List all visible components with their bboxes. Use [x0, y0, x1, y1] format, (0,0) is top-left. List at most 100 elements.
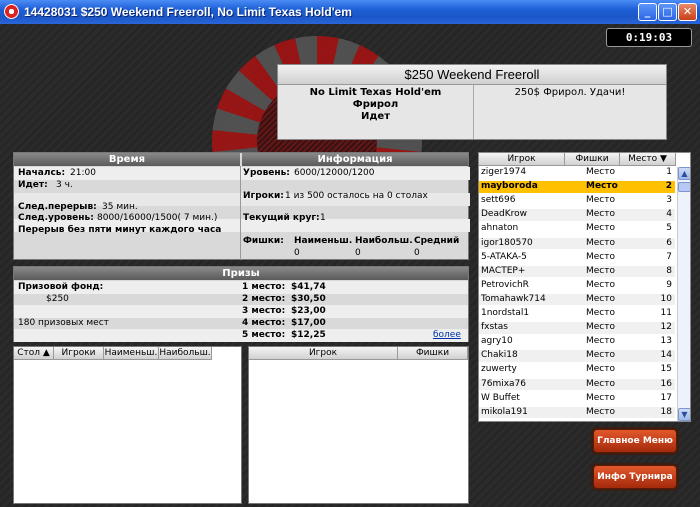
prize-amount: $17,00 [291, 318, 326, 328]
player-chips: Место [586, 265, 615, 276]
tournament-type: Фрирол [352, 99, 399, 110]
scroll-down-arrow-icon[interactable]: ▼ [678, 408, 690, 421]
prize-amount: $41,74 [291, 282, 326, 292]
chips-max-value: 0 [355, 248, 361, 258]
player-place: 12 [660, 322, 672, 333]
player-row[interactable]: ahnaton Место 5 [479, 223, 675, 235]
col-players[interactable]: Игроки [54, 347, 104, 360]
tournament-info-button[interactable]: Инфо Турнира [593, 465, 677, 489]
time-heading: Время [14, 153, 240, 166]
player-row[interactable]: agry10 Место 13 [479, 336, 675, 348]
scroll-thumb[interactable] [678, 182, 690, 192]
col-min-chips[interactable]: Наименьш. [104, 347, 159, 360]
next-level-value: 8000/16000/1500( 7 мин.) [97, 213, 218, 223]
player-row[interactable]: 5-ATAKA-5 Место 7 [479, 252, 675, 264]
players-scrollbar[interactable]: ▲ ▼ [677, 167, 690, 421]
prizes-heading: Призы [14, 267, 468, 280]
chips-min-value: 0 [294, 248, 300, 258]
col-player-place[interactable]: Место ▼ [620, 153, 676, 166]
prize-amount: $23,00 [291, 306, 326, 316]
player-row[interactable]: igor180570 Место 6 [479, 237, 675, 249]
player-row[interactable]: W Buffet Место 17 [479, 393, 675, 405]
player-row[interactable]: sett696 Место 3 [479, 195, 675, 207]
players-value: 1 из 500 осталось на 0 столах [285, 191, 428, 201]
more-prizes-link[interactable]: более [433, 330, 461, 340]
player-place: 9 [666, 279, 672, 290]
player-place: 8 [666, 265, 672, 276]
player-chips: Место [586, 209, 615, 220]
time-info-panel: Время Информация Началсь: 21:00 Идет: 3 … [13, 152, 470, 260]
player-name: Tomahawk714 [481, 293, 546, 304]
player-place: 17 [660, 392, 672, 403]
table-players-list[interactable]: Игрок Фишки [248, 346, 469, 504]
running-value: 3 ч. [56, 180, 73, 190]
col-chips[interactable]: Фишки [398, 347, 468, 360]
player-place: 7 [666, 251, 672, 262]
player-place: 15 [660, 364, 672, 375]
player-row[interactable]: zuwerty Место 15 [479, 364, 675, 376]
prize-fund-label: Призовой фонд: [18, 282, 104, 292]
col-player[interactable]: Игрок [249, 347, 398, 360]
poker-chip-icon [4, 4, 19, 19]
lobby-main: 0:19:03 $250 Weekend Freeroll No Limit T… [0, 24, 700, 507]
player-chips: Место [586, 392, 615, 403]
scroll-up-arrow-icon[interactable]: ▲ [678, 167, 690, 180]
player-chips: Место [586, 378, 615, 389]
player-row[interactable]: 1nordstal1 Место 11 [479, 308, 675, 320]
player-name: 76mixa76 [481, 378, 527, 389]
player-chips: Место [586, 237, 615, 248]
player-row[interactable]: fxstas Место 12 [479, 322, 675, 334]
clock: 0:19:03 [606, 28, 692, 47]
player-name: mayboroda [481, 181, 538, 192]
tournament-title: $250 Weekend Freeroll [278, 65, 666, 85]
player-place: 10 [660, 293, 672, 304]
chips-min-label: Наименьш. [294, 236, 353, 246]
player-row[interactable]: Chaki18 Место 14 [479, 350, 675, 362]
minimize-button[interactable]: _ [638, 3, 657, 21]
player-row[interactable]: mayboroda Место 2 [479, 181, 675, 193]
player-name: sett696 [481, 195, 516, 206]
player-row[interactable]: МАСТЕР+ Место 8 [479, 265, 675, 278]
player-name: mikola191 [481, 406, 528, 417]
col-max-chips[interactable]: Наибольш. [159, 347, 212, 360]
player-row[interactable]: Tomahawk714 Место 10 [479, 293, 675, 306]
player-row[interactable]: mikola191 Место 18 [479, 406, 675, 419]
player-row[interactable]: DeadKrow Место 4 [479, 209, 675, 221]
col-table[interactable]: Стол ▲ [14, 347, 54, 360]
player-name: DeadKrow [481, 209, 527, 220]
level-value: 6000/12000/1200 [294, 168, 375, 178]
tournament-header: $250 Weekend Freeroll No Limit Texas Hol… [277, 64, 667, 140]
player-name: PetrovichR [481, 279, 529, 290]
player-name: 1nordstal1 [481, 308, 530, 318]
col-player-chips[interactable]: Фишки [565, 153, 620, 166]
player-row[interactable]: ziger1974 Место 1 [479, 167, 675, 179]
player-name: 5-ATAKA-5 [481, 251, 527, 262]
player-place: 5 [666, 223, 672, 234]
player-place: 13 [660, 336, 672, 347]
tables-list[interactable]: Стол ▲ Игроки Наименьш. Наибольш. [13, 346, 242, 504]
player-chips: Место [586, 308, 615, 318]
main-menu-button[interactable]: Главное Меню [593, 429, 677, 453]
player-name: fxstas [481, 322, 508, 333]
player-row[interactable]: PetrovichR Место 9 [479, 280, 675, 292]
tournament-summary: No Limit Texas Hold'em Фрирол Идет [278, 85, 474, 139]
prize-place-label: 1 место: [242, 282, 286, 292]
maximize-button[interactable]: □ [658, 3, 677, 21]
player-chips: Место [586, 293, 615, 304]
col-player-name[interactable]: Игрок [479, 153, 565, 166]
player-chips: Место [586, 279, 615, 290]
chips-max-label: Наибольш. [355, 236, 413, 246]
chips-avg-label: Средний [414, 236, 460, 246]
prize-amount: $12,25 [291, 330, 326, 340]
tournament-description: 250$ Фрирол. Удачи! [514, 87, 626, 98]
player-place: 3 [666, 195, 672, 206]
player-row[interactable]: 76mixa76 Место 16 [479, 378, 675, 390]
close-button[interactable]: ✕ [678, 3, 697, 21]
players-list[interactable]: Игрок Фишки Место ▼ ziger1974 Место 1 maybo… [478, 152, 691, 422]
title-bar[interactable]: 14428031 $250 Weekend Freeroll, No Limit… [0, 0, 700, 24]
player-chips: Место [586, 181, 618, 192]
started-value: 21:00 [70, 168, 96, 178]
prize-places-note: 180 призовых мест [18, 318, 109, 328]
player-chips: Место [586, 350, 615, 361]
player-name: МАСТЕР+ [481, 265, 526, 276]
